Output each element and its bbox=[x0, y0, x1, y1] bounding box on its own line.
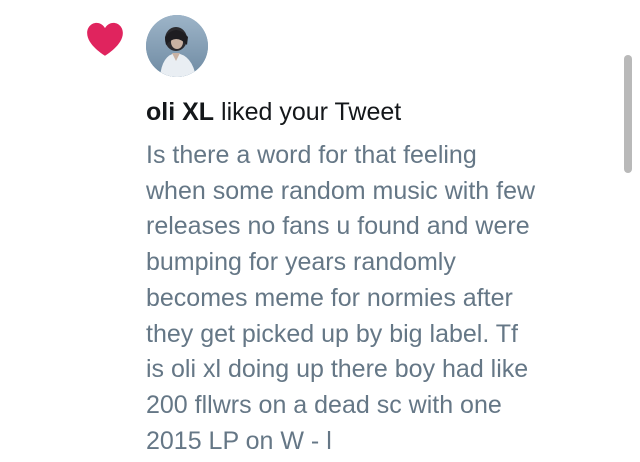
action-text: liked your Tweet bbox=[214, 98, 402, 126]
avatar[interactable] bbox=[146, 15, 208, 77]
tweet-text[interactable]: Is there a word for that feeling when so… bbox=[146, 138, 616, 459]
tweet-line: Is there a word for that feeling bbox=[146, 141, 477, 169]
tweet-line: they get picked up by big label. Tf bbox=[146, 319, 518, 348]
tweet-line: becomes meme for normies after bbox=[146, 283, 513, 312]
tweet-line: when some random music with few bbox=[146, 176, 536, 205]
tweet-line: releases no fans u found and were bbox=[146, 212, 530, 241]
scrollbar-thumb[interactable] bbox=[624, 55, 632, 173]
tweet-line: bumping for years randomly bbox=[146, 248, 456, 277]
like-notification[interactable]: oli XL liked your Tweet Is there a word … bbox=[0, 0, 640, 462]
tweet-line: 200 fllwrs on a dead sc with one bbox=[146, 390, 502, 419]
tweet-line: is oli xl doing up there boy had like bbox=[146, 355, 529, 384]
heart-icon bbox=[87, 22, 123, 56]
tweet-line: 2015 LP on W - l bbox=[146, 426, 332, 455]
avatar-image bbox=[146, 15, 208, 77]
notification-headline: oli XL liked your Tweet bbox=[146, 96, 401, 128]
user-name-link[interactable]: oli XL bbox=[146, 98, 214, 126]
